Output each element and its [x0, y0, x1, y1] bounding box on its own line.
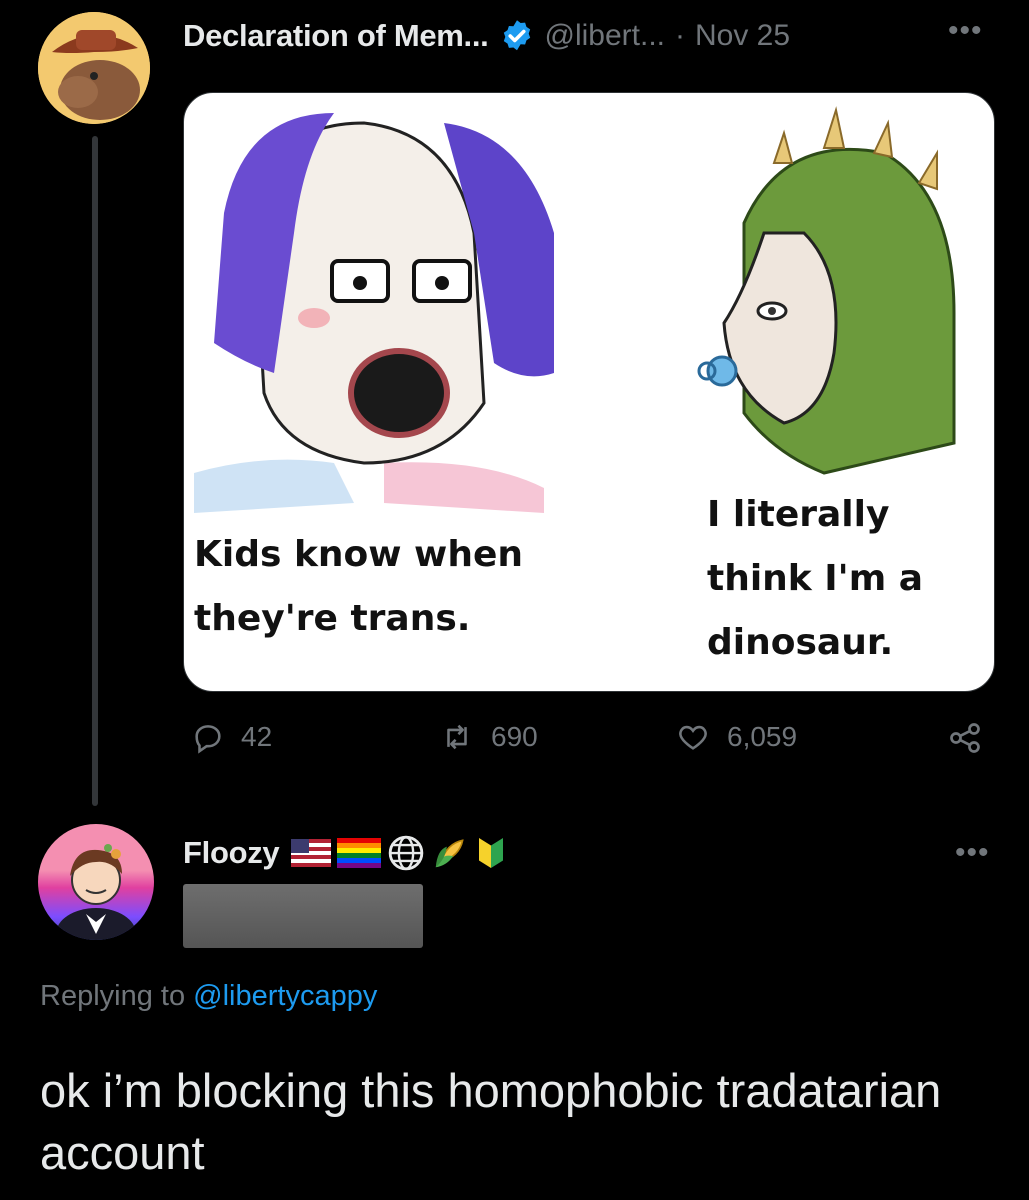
reply-count: 42: [241, 721, 273, 752]
author-avatar[interactable]: [38, 12, 150, 124]
capybara-avatar-art: [38, 12, 150, 124]
reply-author-avatar[interactable]: [38, 824, 154, 940]
redacted-handle-box: [183, 884, 423, 948]
pride-flag-icon: [337, 838, 382, 868]
retweet-count: 690: [491, 721, 538, 752]
corn-icon: [436, 839, 465, 868]
beginner-shield-icon: [479, 838, 504, 868]
separator-dot: ·: [674, 19, 685, 52]
like-button[interactable]: 6,059: [675, 720, 797, 754]
share-button[interactable]: [947, 720, 983, 756]
tweet-header: Declaration of Mem... @libert... · Nov 2…: [183, 14, 790, 58]
reply-more-icon[interactable]: •••: [955, 836, 990, 870]
dinosaur-hood-figure: [697, 106, 956, 475]
retweet-button[interactable]: 690: [439, 720, 538, 754]
thread-line: [92, 136, 98, 806]
retweet-icon: [447, 724, 467, 750]
like-icon: [679, 725, 707, 750]
globe-icon: [389, 835, 424, 871]
more-icon[interactable]: •••: [948, 14, 983, 48]
replying-to-mention[interactable]: @libertycappy: [193, 980, 377, 1012]
verified-badge-icon: [503, 20, 530, 51]
reply-icon: [195, 725, 221, 754]
author-handle[interactable]: @libert...: [545, 19, 665, 53]
author-display-name[interactable]: Declaration of Mem...: [183, 18, 489, 54]
reply-header: Floozy: [183, 830, 507, 876]
media-caption-right: I literally think I'm a dinosaur.: [707, 494, 924, 663]
share-icon: [950, 723, 980, 753]
wojak-left-figure: [194, 113, 554, 513]
tweet-media-image[interactable]: Kids know when they're trans. I literall…: [183, 92, 995, 692]
us-flag-icon: [291, 839, 332, 867]
tweet-actions: 42 690 6,059: [183, 720, 993, 770]
reply-display-name[interactable]: Floozy: [183, 835, 280, 871]
floozy-avatar-art: [56, 844, 136, 940]
replying-to-prefix: Replying to: [40, 980, 186, 1012]
tweet-date[interactable]: Nov 25: [695, 19, 790, 53]
replying-to-line: Replying to @libertycappy: [40, 980, 377, 1013]
like-count: 6,059: [727, 721, 798, 752]
media-caption-left: Kids know when they're trans.: [194, 534, 523, 639]
reply-body-text: ok i’m blocking this homophobic tradatar…: [40, 1064, 942, 1179]
reply-button[interactable]: 42: [191, 720, 272, 754]
